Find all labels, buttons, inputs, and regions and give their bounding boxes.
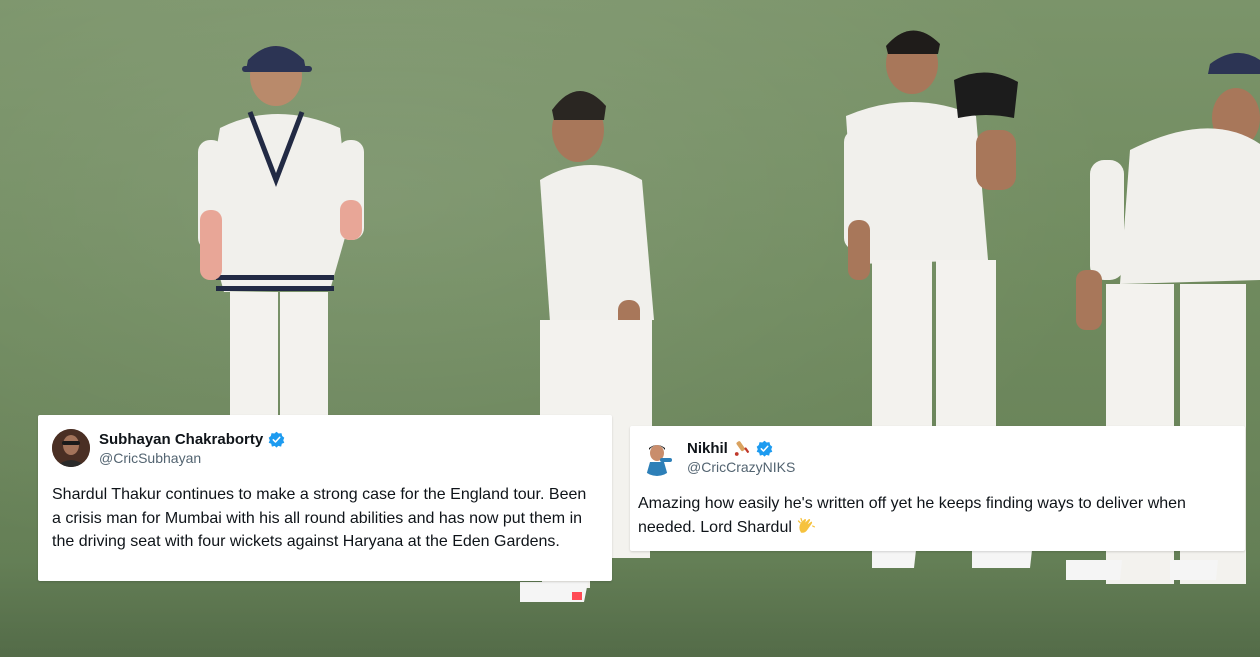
author-handle[interactable]: @CricSubhayan (99, 450, 285, 466)
author-name[interactable]: Subhayan Chakraborty (99, 431, 263, 448)
verified-badge-icon (756, 440, 773, 457)
cricket-bat-icon (734, 441, 749, 456)
clapping-hands-icon (798, 517, 816, 533)
avatar-cartoon-icon (638, 438, 676, 476)
fielder-with-cap (198, 46, 364, 430)
tweet-header: Nikhil @CricCrazyNIKS (638, 438, 1231, 476)
tweet-body: Shardul Thakur continues to make a stron… (52, 486, 587, 550)
author-name[interactable]: Nikhil (687, 440, 728, 457)
tweet-card-subhayan: Subhayan Chakraborty @CricSubhayan Shard… (38, 415, 612, 581)
verified-badge-icon (268, 431, 285, 448)
profile-photo-avatar[interactable] (52, 429, 90, 467)
tweet-card-nikhil: Nikhil @CricCrazyNIKS Amazing how easily… (630, 426, 1245, 551)
avatar-portrait-icon (52, 429, 90, 467)
tweet-header: Subhayan Chakraborty @CricSubhayan (52, 429, 598, 467)
tweet-body: Amazing how easily he's written off yet … (638, 495, 1186, 536)
cartoon-avatar[interactable] (638, 438, 676, 476)
author-handle[interactable]: @CricCrazyNIKS (687, 459, 795, 475)
